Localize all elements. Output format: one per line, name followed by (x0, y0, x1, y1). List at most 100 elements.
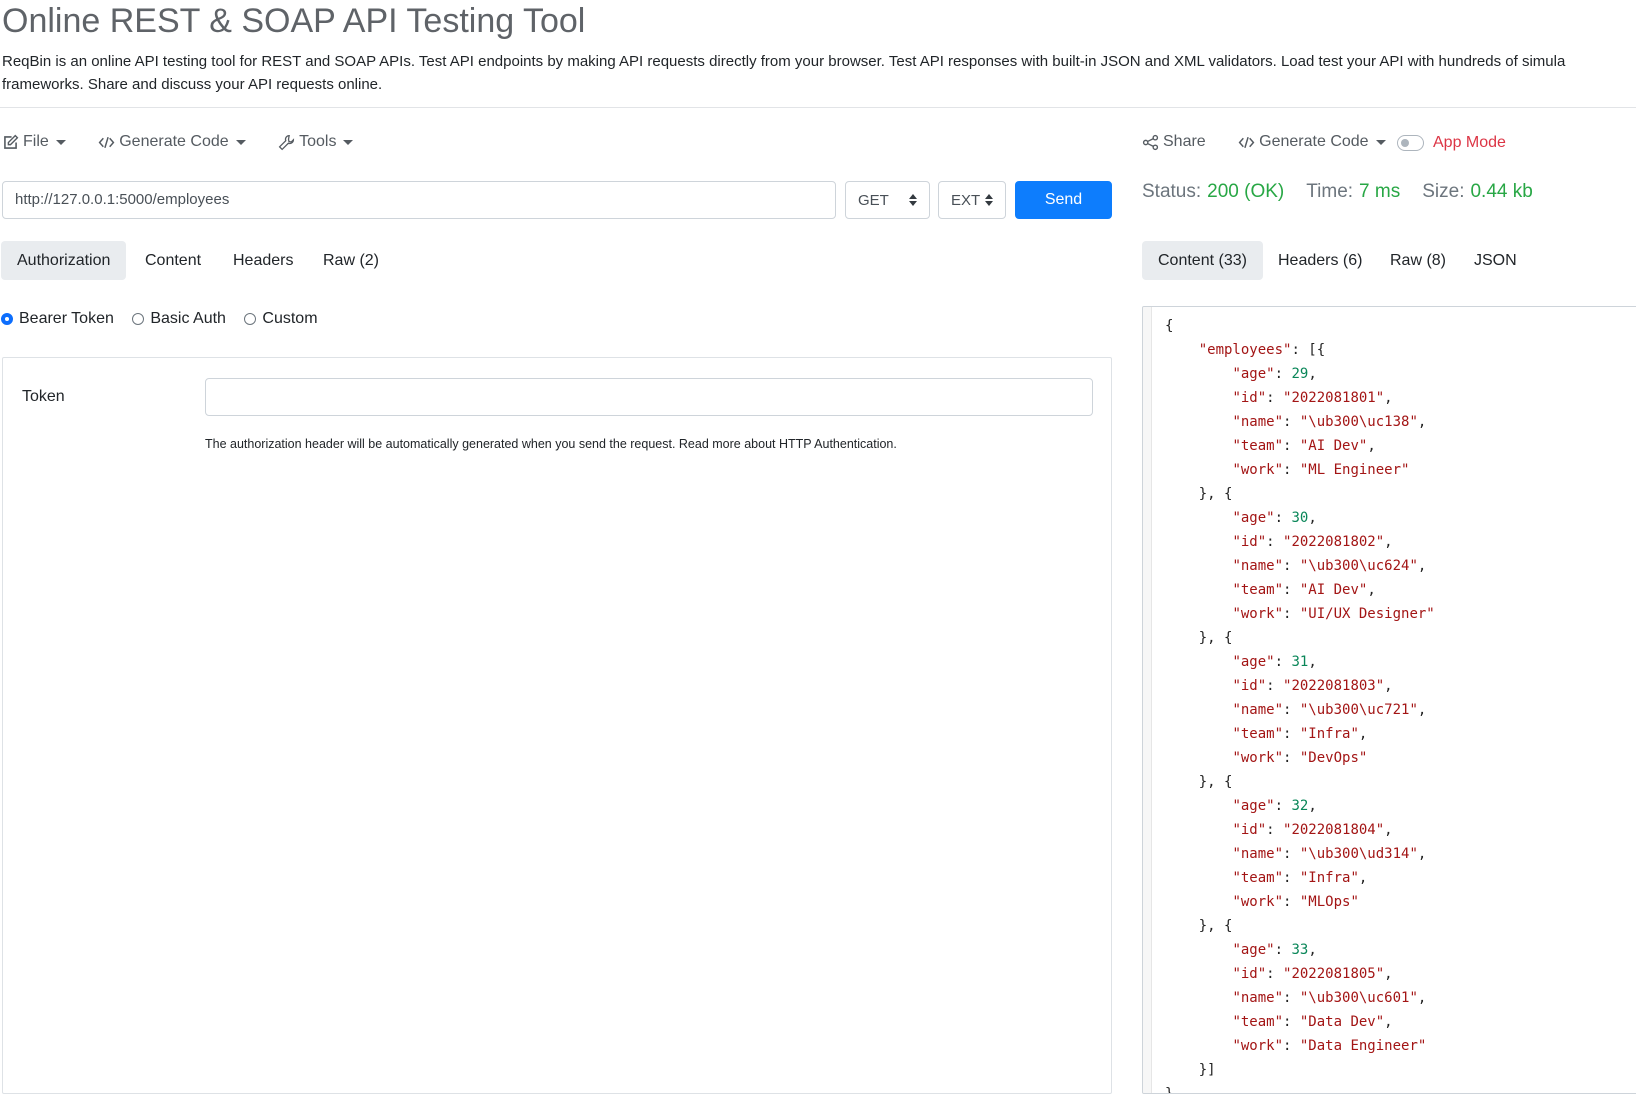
radio-unchecked-icon (132, 313, 145, 325)
file-menu[interactable]: File (2, 133, 66, 151)
code-icon (1238, 136, 1255, 148)
json-field-name: "name": "\ub300\uc721", (1232, 702, 1427, 718)
json-field-team: "team": "Infra", (1232, 870, 1368, 886)
json-field-work: "work": "UI/UX Designer" (1232, 606, 1435, 622)
json-field-name: "name": "\ub300\uc138", (1232, 414, 1427, 430)
tab-content[interactable]: Content (129, 241, 217, 280)
size-key: Size: (1422, 181, 1465, 202)
edit-file-icon (4, 134, 19, 149)
status-key: Status: (1142, 181, 1202, 202)
json-field-id: "id": "2022081802", (1232, 534, 1393, 550)
tab-response-json[interactable]: JSON (1458, 241, 1533, 280)
code-line: }, { (1198, 630, 1233, 646)
json-field-work: "work": "MLOps" (1232, 894, 1359, 910)
code-line: "employees": [{ (1198, 342, 1326, 358)
json-field-id: "id": "2022081801", (1232, 390, 1393, 406)
radio-bearer-token-label: Bearer Token (19, 310, 114, 327)
code-line: }] (1198, 1062, 1216, 1078)
response-toolbar: Share Generate Code (1142, 133, 1386, 156)
status-value: 200 (OK) (1207, 181, 1285, 202)
radio-basic-auth[interactable]: Basic Auth (132, 310, 226, 328)
json-field-name: "name": "\ub300\uc624", (1232, 558, 1427, 574)
json-field-id: "id": "2022081803", (1232, 678, 1393, 694)
method-select[interactable]: GET (845, 181, 930, 219)
json-field-age: "age": 29, (1232, 366, 1317, 382)
send-button[interactable]: Send (1015, 181, 1112, 219)
radio-basic-auth-label: Basic Auth (150, 310, 226, 327)
response-body-viewer[interactable]: { "employees": [{ "age": 29, "id": "2022… (1142, 306, 1636, 1094)
radio-checked-icon (1, 313, 13, 325)
time-value: 7 ms (1359, 181, 1401, 202)
share-button[interactable]: Share (1142, 133, 1206, 151)
json-field-name: "name": "\ub300\uc601", (1232, 990, 1427, 1006)
authorization-panel (2, 357, 1112, 1094)
page-title: Online REST & SOAP API Testing Tool (2, 2, 586, 40)
json-field-age: "age": 33, (1232, 942, 1317, 958)
response-status-row: Status: 200 (OK) Time: 7 ms Size: 0.44 kb (1142, 181, 1555, 203)
generate-code-menu[interactable]: Generate Code (98, 133, 246, 151)
wrench-icon (278, 134, 295, 150)
code-icon (98, 136, 115, 148)
radio-custom-label: Custom (262, 310, 318, 327)
page-description-line-1: ReqBin is an online API testing tool for… (2, 53, 1566, 70)
tab-response-headers[interactable]: Headers (6) (1262, 241, 1378, 280)
request-toolbar: File Generate Code Tools (2, 133, 354, 156)
app-mode-toggle[interactable] (1397, 135, 1424, 151)
token-label: Token (22, 388, 65, 405)
time-key: Time: (1306, 181, 1354, 202)
chevron-down-icon (235, 139, 246, 145)
chevron-down-icon (1375, 139, 1386, 145)
tab-response-content[interactable]: Content (33) (1142, 241, 1263, 280)
tab-headers[interactable]: Headers (217, 241, 309, 280)
share-icon (1142, 134, 1159, 150)
size-value: 0.44 kb (1470, 181, 1533, 202)
json-field-age: "age": 31, (1232, 654, 1317, 670)
json-field-team: "team": "Infra", (1232, 726, 1368, 742)
chevron-down-icon (55, 139, 66, 145)
tab-authorization[interactable]: Authorization (1, 241, 127, 280)
json-field-work: "work": "DevOps" (1232, 750, 1368, 766)
code-line: }, { (1198, 918, 1233, 934)
generate-code-label: Generate Code (119, 133, 229, 150)
app-mode-label[interactable]: App Mode (1433, 134, 1506, 152)
chevron-down-icon (343, 139, 354, 145)
json-field-team: "team": "AI Dev", (1232, 582, 1376, 598)
code-gutter (1143, 307, 1152, 1093)
code-line: }, { (1198, 774, 1233, 790)
radio-unchecked-icon (244, 313, 257, 325)
url-input[interactable]: http://127.0.0.1:5000/employees (2, 181, 836, 219)
page-description: ReqBin is an online API testing tool for… (2, 50, 1636, 96)
json-field-name: "name": "\ub300\ud314", (1232, 846, 1427, 862)
json-field-age: "age": 30, (1232, 510, 1317, 526)
ext-select-value: EXT (951, 191, 981, 209)
header-divider (0, 107, 1636, 108)
tab-raw[interactable]: Raw (2) (307, 241, 395, 280)
file-menu-label: File (23, 133, 49, 150)
tools-label: Tools (299, 133, 337, 150)
page-description-line-2: frameworks. Share and discuss your API r… (2, 76, 383, 93)
response-generate-code-label: Generate Code (1259, 133, 1369, 150)
radio-bearer-token[interactable]: Bearer Token (1, 310, 114, 328)
json-field-work: "work": "Data Engineer" (1232, 1038, 1427, 1054)
json-field-id: "id": "2022081804", (1232, 822, 1393, 838)
select-arrows-icon (985, 194, 993, 206)
token-help-text: The authorization header will be automat… (205, 437, 897, 451)
token-input[interactable] (205, 378, 1093, 416)
radio-custom[interactable]: Custom (244, 310, 318, 328)
ext-select[interactable]: EXT (938, 181, 1006, 219)
json-field-team: "team": "Data Dev", (1232, 1014, 1393, 1030)
code-line: { (1165, 318, 1174, 334)
response-generate-code-menu[interactable]: Generate Code (1238, 133, 1386, 151)
share-label: Share (1163, 133, 1206, 150)
json-field-id: "id": "2022081805", (1232, 966, 1393, 982)
select-arrows-icon (909, 194, 917, 206)
code-line: } (1165, 1086, 1174, 1094)
method-select-value: GET (858, 191, 889, 209)
tools-menu[interactable]: Tools (278, 133, 354, 151)
tab-response-raw[interactable]: Raw (8) (1374, 241, 1462, 280)
json-field-team: "team": "AI Dev", (1232, 438, 1376, 454)
auth-type-group: Bearer Token Basic Auth Custom (1, 310, 318, 330)
json-field-age: "age": 32, (1232, 798, 1317, 814)
response-json-code: { "employees": [{ "age": 29, "id": "2022… (1165, 314, 1435, 1094)
json-field-work: "work": "ML Engineer" (1232, 462, 1410, 478)
